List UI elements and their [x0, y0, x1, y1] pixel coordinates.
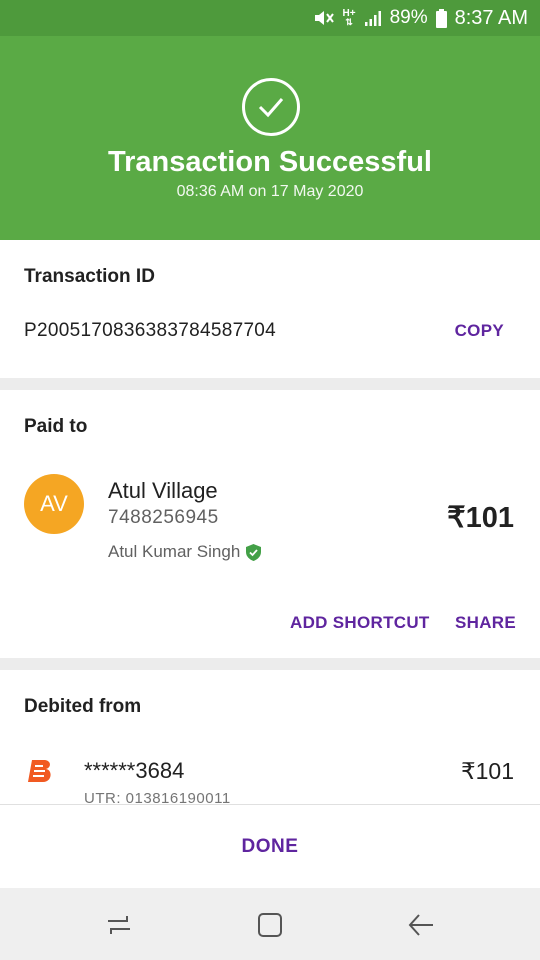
payee-name: Atul Village: [108, 478, 218, 503]
done-button[interactable]: DONE: [242, 836, 299, 858]
paid-to-card: Paid to AV Atul Village 7488256945 Atul …: [0, 390, 540, 658]
avatar: AV: [24, 474, 84, 534]
avatar-initials: AV: [40, 491, 68, 516]
transaction-id-label: Transaction ID: [24, 266, 155, 287]
share-button[interactable]: SHARE: [455, 613, 516, 633]
mute-icon: [313, 9, 335, 27]
payee-holder: Atul Kumar Singh: [108, 542, 262, 562]
add-shortcut-button[interactable]: ADD SHORTCUT: [290, 613, 430, 633]
signal-icon: [364, 10, 382, 26]
transaction-id-card: Transaction ID P2005170836383784587704 C…: [0, 240, 540, 378]
utr-number: UTR: 013816190011: [84, 790, 231, 804]
back-icon[interactable]: [406, 910, 436, 940]
status-bar: H+ ⇅ 89% 8:37 AM: [0, 0, 540, 36]
payee-holder-name: Atul Kumar Singh: [108, 542, 241, 561]
debited-from-card: Debited from ******3684 ₹101 UTR: 013816…: [0, 670, 540, 804]
home-icon[interactable]: [255, 910, 285, 940]
bank-of-baroda-logo-icon: [26, 758, 56, 789]
account-number: ******3684: [84, 758, 185, 783]
network-type-icon: H+ ⇅: [342, 8, 356, 27]
transaction-timestamp: 08:36 AM on 17 May 2020: [176, 183, 364, 200]
paid-to-label: Paid to: [24, 416, 88, 437]
battery-icon: [435, 8, 447, 28]
debited-from-label: Debited from: [24, 696, 142, 717]
payee-phone: 7488256945: [108, 507, 219, 528]
page-title: Transaction Successful: [108, 146, 432, 178]
done-bar: DONE: [0, 804, 540, 889]
verified-shield-icon: [246, 543, 262, 561]
copy-button[interactable]: COPY: [455, 321, 504, 341]
system-nav-bar: [0, 888, 540, 960]
debited-amount: ₹101: [460, 758, 514, 784]
check-circle-icon: [242, 78, 300, 136]
success-header: Transaction Successful 08:36 AM on 17 Ma…: [0, 36, 540, 240]
transaction-id-value: P2005170836383784587704: [24, 320, 277, 341]
battery-percent: 89%: [389, 7, 428, 28]
recent-apps-icon[interactable]: [104, 910, 134, 940]
status-time: 8:37 AM: [454, 6, 528, 29]
paid-amount: ₹101: [447, 502, 514, 534]
